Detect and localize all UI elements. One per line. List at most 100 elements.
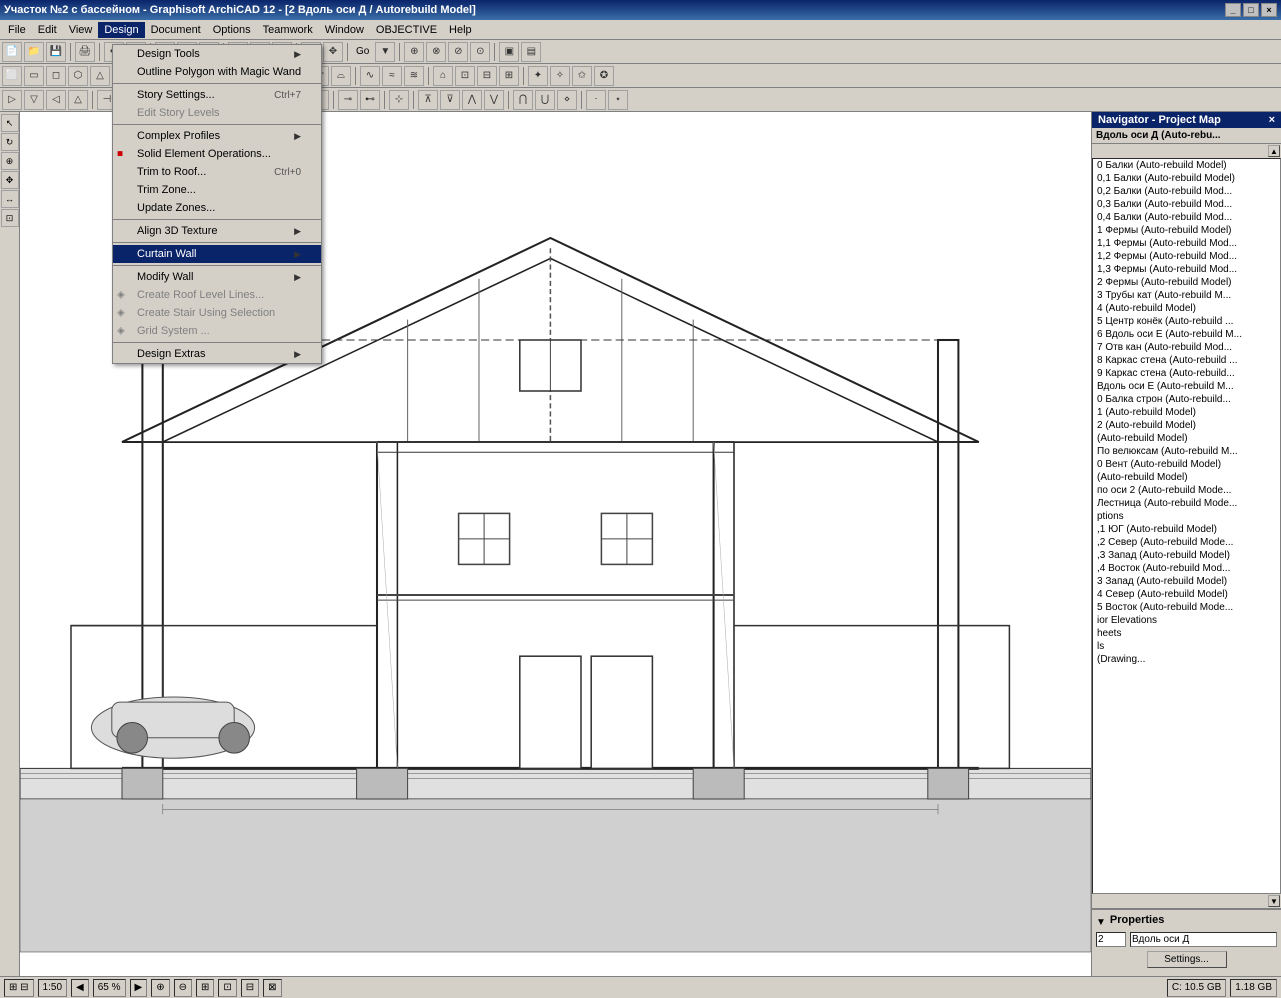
menu-design[interactable]: Design	[98, 22, 144, 38]
nav-item-16[interactable]: 9 Каркас стена (Auto-rebuild...	[1093, 367, 1280, 380]
tb2-21[interactable]: ⊟	[477, 66, 497, 86]
nav-item-0[interactable]: 0 Балки (Auto-rebuild Model)	[1093, 159, 1280, 172]
tb3-25[interactable]: ⋅	[586, 90, 606, 110]
lt-arrow[interactable]: ↖	[1, 114, 19, 132]
nav-item-25[interactable]: по оси 2 (Auto-rebuild Mode...	[1093, 484, 1280, 497]
maximize-button[interactable]: □	[1243, 3, 1259, 17]
dm-curtain-wall[interactable]: Curtain Wall ▶	[113, 245, 321, 263]
dm-trim-to-roof[interactable]: Trim to Roof... Ctrl+0	[113, 163, 321, 181]
tb3-21[interactable]: ⋁	[484, 90, 504, 110]
nav-item-19[interactable]: 1 (Auto-rebuild Model)	[1093, 406, 1280, 419]
properties-expand[interactable]: ▼	[1096, 917, 1106, 928]
tb-save[interactable]: 💾	[46, 42, 66, 62]
nav-item-3[interactable]: 0,3 Балки (Auto-rebuild Mod...	[1093, 198, 1280, 211]
nav-item-12[interactable]: 5 Центр конёк (Auto-rebuild ...	[1093, 315, 1280, 328]
menu-file[interactable]: File	[2, 22, 32, 38]
nav-item-1[interactable]: 0,1 Балки (Auto-rebuild Model)	[1093, 172, 1280, 185]
tb-extra5[interactable]: ▣	[499, 42, 519, 62]
nav-item-32[interactable]: 3 Запад (Auto-rebuild Model)	[1093, 575, 1280, 588]
nav-item-4[interactable]: 0,4 Балки (Auto-rebuild Mod...	[1093, 211, 1280, 224]
tb2-5[interactable]: △	[90, 66, 110, 86]
tb3-16[interactable]: ⊷	[360, 90, 380, 110]
dm-trim-zone[interactable]: Trim Zone...	[113, 181, 321, 199]
tb3-18[interactable]: ⊼	[418, 90, 438, 110]
status-nav-forward[interactable]: ▶	[130, 979, 148, 997]
tb3-19[interactable]: ⊽	[440, 90, 460, 110]
tb2-17[interactable]: ≈	[382, 66, 402, 86]
menu-help[interactable]: Help	[443, 22, 478, 38]
nav-item-27[interactable]: ptions	[1093, 510, 1280, 523]
lt-marquee[interactable]: ⊡	[1, 209, 19, 227]
tb3-24[interactable]: ⋄	[557, 90, 577, 110]
menu-options[interactable]: Options	[207, 22, 257, 38]
status-zoom-out-btn[interactable]: ⊖	[174, 979, 192, 997]
tb3-22[interactable]: ⋂	[513, 90, 533, 110]
tb-go-dropdown[interactable]: ▼	[375, 42, 395, 62]
tb-extra2[interactable]: ⊗	[426, 42, 446, 62]
tb2-24[interactable]: ✧	[550, 66, 570, 86]
nav-item-38[interactable]: (Drawing...	[1093, 653, 1280, 666]
nav-item-6[interactable]: 1,1 Фермы (Auto-rebuild Mod...	[1093, 237, 1280, 250]
tb3-17[interactable]: ⊹	[389, 90, 409, 110]
nav-scroll-down[interactable]: ▼	[1268, 895, 1280, 907]
dm-complex-profiles[interactable]: Complex Profiles ▶	[113, 127, 321, 145]
tb3-4[interactable]: △	[68, 90, 88, 110]
lt-zoom[interactable]: ⊕	[1, 152, 19, 170]
nav-item-5[interactable]: 1 Фермы (Auto-rebuild Model)	[1093, 224, 1280, 237]
nav-item-34[interactable]: 5 Восток (Auto-rebuild Mode...	[1093, 601, 1280, 614]
status-extra1[interactable]: ⊡	[218, 979, 236, 997]
nav-item-29[interactable]: ,2 Север (Auto-rebuild Mode...	[1093, 536, 1280, 549]
tb2-20[interactable]: ⊡	[455, 66, 475, 86]
menu-objective[interactable]: OBJECTIVE	[370, 22, 443, 38]
nav-item-13[interactable]: 6 Вдоль оси Е (Auto-rebuild M...	[1093, 328, 1280, 341]
nav-item-11[interactable]: 4 (Auto-rebuild Model)	[1093, 302, 1280, 315]
nav-item-9[interactable]: 2 Фермы (Auto-rebuild Model)	[1093, 276, 1280, 289]
tb2-22[interactable]: ⊞	[499, 66, 519, 86]
title-bar-buttons[interactable]: _ □ ×	[1225, 3, 1277, 17]
tb2-2[interactable]: ▭	[24, 66, 44, 86]
nav-item-26[interactable]: Лестница (Auto-rebuild Mode...	[1093, 497, 1280, 510]
tb2-19[interactable]: ⌂	[433, 66, 453, 86]
nav-item-33[interactable]: 4 Север (Auto-rebuild Model)	[1093, 588, 1280, 601]
dm-design-extras[interactable]: Design Extras ▶	[113, 345, 321, 363]
lt-measure[interactable]: ↔	[1, 190, 19, 208]
nav-item-17[interactable]: Вдоль оси Е (Auto-rebuild M...	[1093, 380, 1280, 393]
tb2-15[interactable]: ⌓	[331, 66, 351, 86]
dm-align-3d-texture[interactable]: Align 3D Texture ▶	[113, 222, 321, 240]
tb-extra4[interactable]: ⊙	[470, 42, 490, 62]
navigator-content[interactable]: 0 Балки (Auto-rebuild Model) 0,1 Балки (…	[1092, 158, 1281, 894]
nav-item-36[interactable]: heets	[1093, 627, 1280, 640]
dm-solid-element-ops[interactable]: ■ Solid Element Operations...	[113, 145, 321, 163]
nav-scroll-up[interactable]: ▲	[1268, 145, 1280, 157]
status-extra2[interactable]: ⊟	[241, 979, 259, 997]
nav-item-21[interactable]: (Auto-rebuild Model)	[1093, 432, 1280, 445]
nav-item-24[interactable]: (Auto-rebuild Model)	[1093, 471, 1280, 484]
tb-move[interactable]: ✥	[323, 42, 343, 62]
menu-teamwork[interactable]: Teamwork	[257, 22, 319, 38]
nav-item-31[interactable]: ,4 Восток (Auto-rebuild Mod...	[1093, 562, 1280, 575]
tb3-3[interactable]: ◁	[46, 90, 66, 110]
tb2-26[interactable]: ✪	[594, 66, 614, 86]
nav-item-15[interactable]: 8 Каркас стена (Auto-rebuild ...	[1093, 354, 1280, 367]
tb2-16[interactable]: ∿	[360, 66, 380, 86]
tb3-26[interactable]: ⋆	[608, 90, 628, 110]
nav-item-18[interactable]: 0 Балка строн (Auto-rebuild...	[1093, 393, 1280, 406]
tb-print[interactable]: 🖨	[75, 42, 95, 62]
tb-extra1[interactable]: ⊕	[404, 42, 424, 62]
prop-number-input[interactable]	[1096, 932, 1126, 947]
status-zoom-in-btn[interactable]: ⊕	[151, 979, 169, 997]
status-nav-back[interactable]: ◀	[71, 979, 89, 997]
dm-design-tools[interactable]: Design Tools ▶	[113, 45, 321, 63]
nav-item-14[interactable]: 7 Отв кан (Auto-rebuild Mod...	[1093, 341, 1280, 354]
menu-document[interactable]: Document	[145, 22, 207, 38]
nav-item-37[interactable]: ls	[1093, 640, 1280, 653]
tb2-4[interactable]: ⬡	[68, 66, 88, 86]
nav-item-2[interactable]: 0,2 Балки (Auto-rebuild Mod...	[1093, 185, 1280, 198]
nav-item-7[interactable]: 1,2 Фермы (Auto-rebuild Mod...	[1093, 250, 1280, 263]
minimize-button[interactable]: _	[1225, 3, 1241, 17]
dm-story-settings[interactable]: Story Settings... Ctrl+7	[113, 86, 321, 104]
dm-modify-wall[interactable]: Modify Wall ▶	[113, 268, 321, 286]
menu-window[interactable]: Window	[319, 22, 370, 38]
status-views[interactable]: ⊞ ⊟	[4, 979, 34, 997]
menu-view[interactable]: View	[63, 22, 99, 38]
